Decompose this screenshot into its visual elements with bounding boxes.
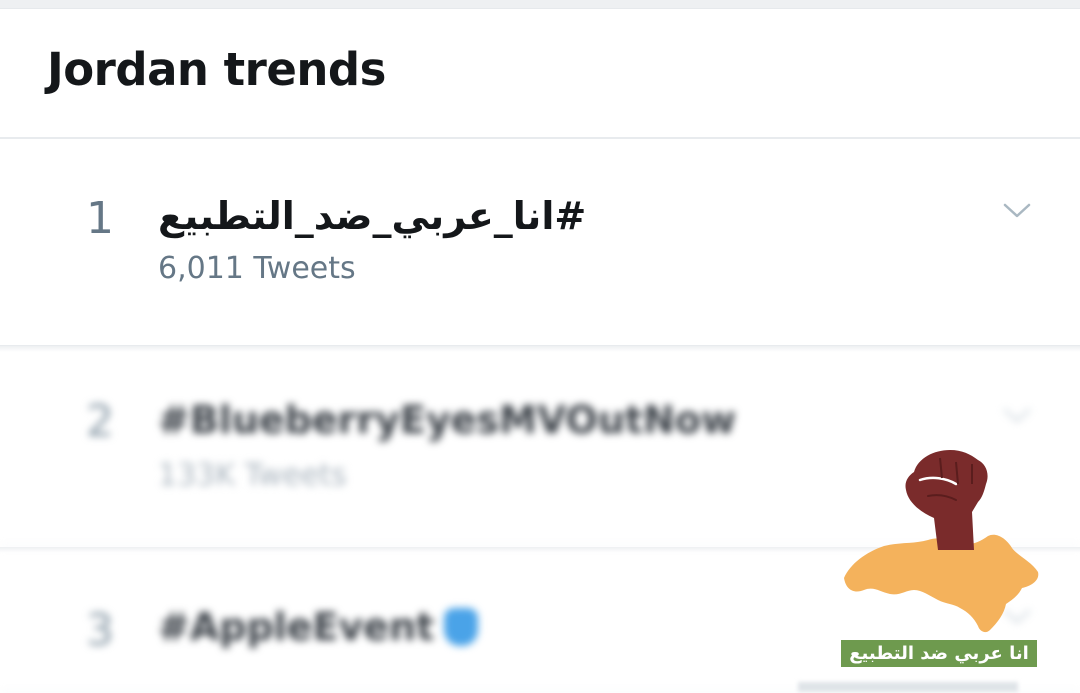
page-title: Jordan trends (47, 43, 386, 96)
trends-header: Jordan trends (0, 9, 1080, 139)
chevron-down-icon[interactable] (1002, 195, 1032, 225)
trend-tweet-count: 6,011 Tweets (158, 251, 356, 286)
apple-logo-icon (444, 608, 479, 646)
chevron-down-icon[interactable] (1002, 400, 1032, 430)
partial-element (798, 682, 1018, 692)
fist-map-icon (844, 450, 1039, 633)
trend-hashtag[interactable]: #BlueberryEyesMVOutNow (158, 398, 736, 442)
logo-caption: انا عربي ضد التطبيع (841, 640, 1037, 667)
trend-rank: 1 (86, 193, 114, 244)
trend-hashtag-row[interactable]: #AppleEvent (158, 605, 479, 649)
trend-hashtag: #AppleEvent (158, 605, 435, 649)
trend-tweet-count: 133K Tweets (158, 458, 347, 493)
top-divider (0, 0, 1080, 9)
trend-rank: 3 (86, 605, 114, 656)
trend-hashtag[interactable]: #انا_عربي_ضد_التطبيع (158, 194, 586, 238)
trend-rank: 2 (86, 396, 114, 447)
campaign-logo: انا عربي ضد التطبيع (836, 440, 1042, 672)
trend-item[interactable]: 1 #انا_عربي_ضد_التطبيع 6,011 Tweets (0, 139, 1080, 346)
